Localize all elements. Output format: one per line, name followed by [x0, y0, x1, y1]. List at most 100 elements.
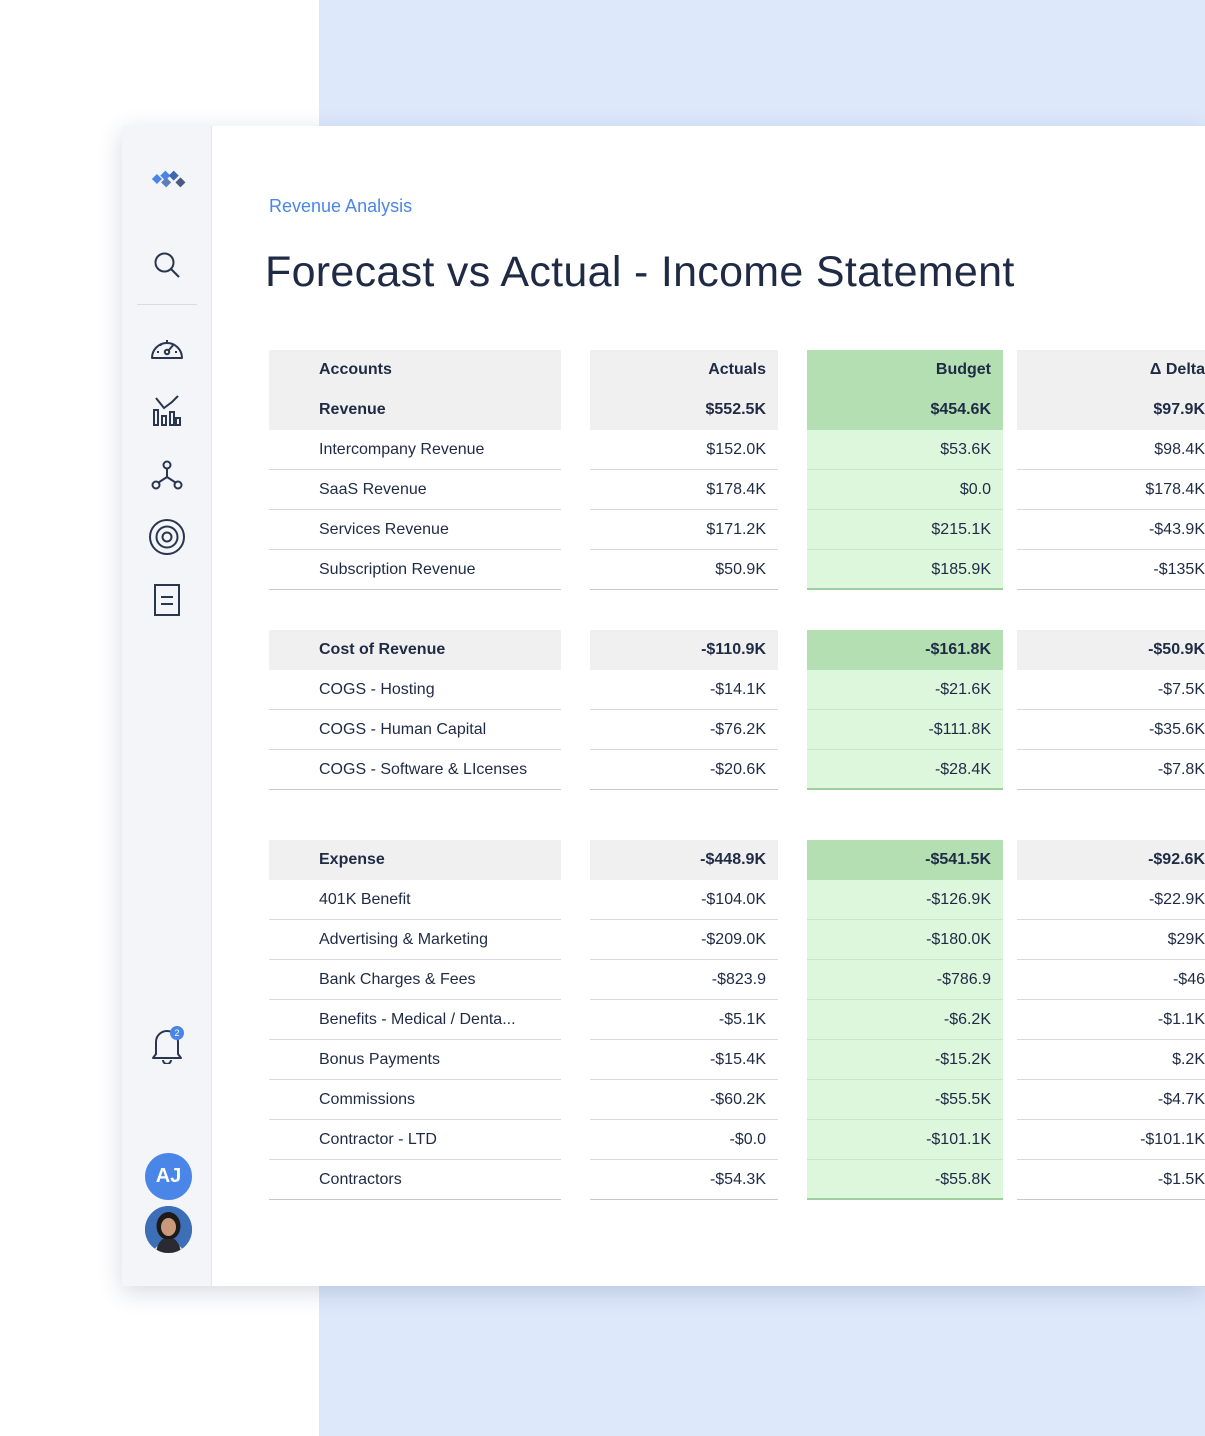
- row-actuals-cell: -$209.0K: [590, 920, 778, 960]
- delta-column: Δ Delta $97.9K $98.4K $178.4K -$43.9K -$135K -…: [1017, 350, 1205, 1200]
- row-account-cell[interactable]: COGS - Hosting: [269, 670, 561, 710]
- row-actuals-cell: -$15.4K: [590, 1040, 778, 1080]
- accounts-column: Accounts Revenue Intercompany Revenue SaaS …: [269, 350, 561, 1200]
- row-budget-cell: -$101.1K: [807, 1120, 1003, 1160]
- row-delta-cell: -$35.6K: [1017, 710, 1205, 750]
- row-budget-cell: -$786.9: [807, 960, 1003, 1000]
- row-actuals-cell: -$5.1K: [590, 1000, 778, 1040]
- row-delta-cell: $.2K: [1017, 1040, 1205, 1080]
- section-budget-cell: -$161.8K: [807, 630, 1003, 670]
- row-account-cell[interactable]: 401K Benefit: [269, 880, 561, 920]
- sidebar: 2 AJ: [122, 126, 212, 1286]
- row-delta-cell: -$1.1K: [1017, 1000, 1205, 1040]
- section-account-cell[interactable]: Expense: [269, 840, 561, 880]
- row-budget-cell: -$180.0K: [807, 920, 1003, 960]
- section-actuals-cell: -$110.9K: [590, 630, 778, 670]
- row-account-cell[interactable]: COGS - Human Capital: [269, 710, 561, 750]
- row-budget-cell: -$15.2K: [807, 1040, 1003, 1080]
- row-delta-cell: -$1.5K: [1017, 1160, 1205, 1200]
- row-budget-cell: -$126.9K: [807, 880, 1003, 920]
- target-icon[interactable]: [146, 516, 188, 558]
- network-icon[interactable]: [146, 454, 188, 496]
- row-account-cell[interactable]: Contractor - LTD: [269, 1120, 561, 1160]
- row-delta-cell: $98.4K: [1017, 430, 1205, 470]
- row-actuals-cell: -$104.0K: [590, 880, 778, 920]
- header-budget[interactable]: Budget: [807, 350, 1003, 390]
- row-delta-cell: -$43.9K: [1017, 510, 1205, 550]
- user-avatar-initials[interactable]: AJ: [145, 1153, 192, 1200]
- row-delta-cell: $29K: [1017, 920, 1205, 960]
- breadcrumb[interactable]: Revenue Analysis: [269, 196, 412, 217]
- row-delta-cell: -$46: [1017, 960, 1205, 1000]
- section-delta-cell: -$50.9K: [1017, 630, 1205, 670]
- search-icon[interactable]: [146, 244, 188, 286]
- row-account-cell[interactable]: Advertising & Marketing: [269, 920, 561, 960]
- row-account-cell[interactable]: Intercompany Revenue: [269, 430, 561, 470]
- row-budget-cell: -$21.6K: [807, 670, 1003, 710]
- row-actuals-cell: $178.4K: [590, 470, 778, 510]
- row-delta-cell: -$22.9K: [1017, 880, 1205, 920]
- row-account-cell[interactable]: Benefits - Medical / Denta...: [269, 1000, 561, 1040]
- section-account-cell[interactable]: Cost of Revenue: [269, 630, 561, 670]
- row-budget-cell: $0.0: [807, 470, 1003, 510]
- row-actuals-cell: -$0.0: [590, 1120, 778, 1160]
- row-budget-cell: -$55.8K: [807, 1160, 1003, 1200]
- dashboard-gauge-icon[interactable]: [146, 328, 188, 370]
- row-budget-cell: -$6.2K: [807, 1000, 1003, 1040]
- row-budget-cell: -$55.5K: [807, 1080, 1003, 1120]
- sidebar-divider: [137, 304, 197, 305]
- section-delta-cell: -$92.6K: [1017, 840, 1205, 880]
- row-actuals-cell: $152.0K: [590, 430, 778, 470]
- header-delta[interactable]: Δ Delta: [1017, 350, 1205, 390]
- section-budget-cell: $454.6K: [807, 390, 1003, 430]
- row-delta-cell: $178.4K: [1017, 470, 1205, 510]
- section-delta-cell: $97.9K: [1017, 390, 1205, 430]
- row-delta-cell: -$7.5K: [1017, 670, 1205, 710]
- row-actuals-cell: $171.2K: [590, 510, 778, 550]
- section-account-cell[interactable]: Revenue: [269, 390, 561, 430]
- header-account[interactable]: Accounts: [269, 350, 561, 390]
- notification-badge: 2: [170, 1026, 184, 1040]
- header-actuals[interactable]: Actuals: [590, 350, 778, 390]
- row-account-cell[interactable]: Services Revenue: [269, 510, 561, 550]
- page-title: Forecast vs Actual - Income Statement: [265, 248, 1015, 296]
- row-account-cell[interactable]: Subscription Revenue: [269, 550, 561, 590]
- row-account-cell[interactable]: Bonus Payments: [269, 1040, 561, 1080]
- chart-icon[interactable]: [146, 390, 188, 432]
- row-account-cell[interactable]: COGS - Software & LIcenses: [269, 750, 561, 790]
- row-account-cell[interactable]: Bank Charges & Fees: [269, 960, 561, 1000]
- row-delta-cell: -$4.7K: [1017, 1080, 1205, 1120]
- row-account-cell[interactable]: Commissions: [269, 1080, 561, 1120]
- row-delta-cell: -$135K: [1017, 550, 1205, 590]
- app-window: 2 AJ Revenue Analysis Forecast vs Actual…: [122, 126, 1205, 1286]
- row-budget-cell: $185.9K: [807, 550, 1003, 590]
- section-actuals-cell: -$448.9K: [590, 840, 778, 880]
- row-actuals-cell: -$14.1K: [590, 670, 778, 710]
- user-avatar-photo[interactable]: [145, 1206, 192, 1253]
- row-budget-cell: $53.6K: [807, 430, 1003, 470]
- row-budget-cell: -$111.8K: [807, 710, 1003, 750]
- section-actuals-cell: $552.5K: [590, 390, 778, 430]
- row-budget-cell: $215.1K: [807, 510, 1003, 550]
- row-actuals-cell: -$54.3K: [590, 1160, 778, 1200]
- row-delta-cell: -$101.1K: [1017, 1120, 1205, 1160]
- row-account-cell[interactable]: Contractors: [269, 1160, 561, 1200]
- section-budget-cell: -$541.5K: [807, 840, 1003, 880]
- row-actuals-cell: -$76.2K: [590, 710, 778, 750]
- row-account-cell[interactable]: SaaS Revenue: [269, 470, 561, 510]
- row-delta-cell: -$7.8K: [1017, 750, 1205, 790]
- row-budget-cell: -$28.4K: [807, 750, 1003, 790]
- logo-icon[interactable]: [146, 158, 188, 200]
- row-actuals-cell: -$60.2K: [590, 1080, 778, 1120]
- row-actuals-cell: -$20.6K: [590, 750, 778, 790]
- document-icon[interactable]: [146, 579, 188, 621]
- actuals-column: Actuals $552.5K $152.0K $178.4K $171.2K $50.9…: [590, 350, 778, 1200]
